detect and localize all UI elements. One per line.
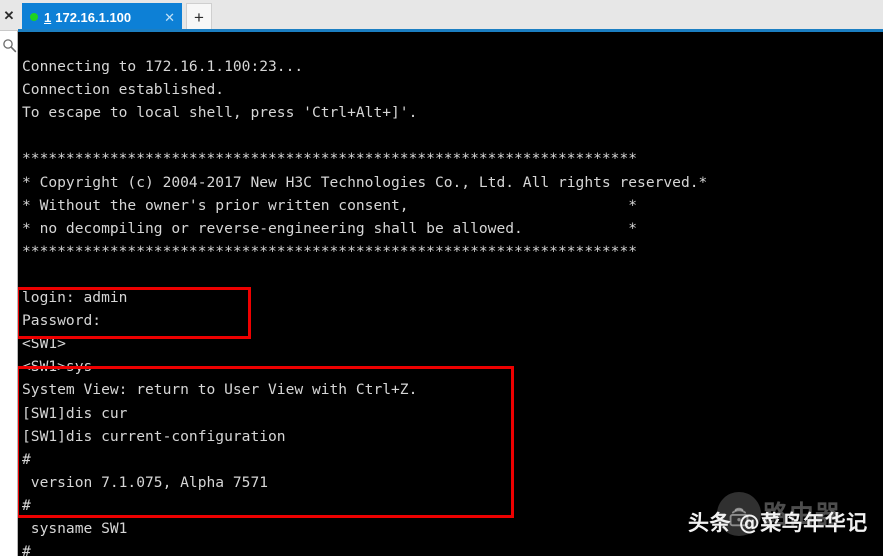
left-sidebar: ✕: [0, 0, 18, 556]
terminal-output-area[interactable]: Connecting to 172.16.1.100:23... Connecti…: [19, 32, 883, 556]
new-tab-button[interactable]: +: [186, 3, 212, 31]
tab-bar-accent-line: [18, 29, 883, 32]
terminal-line: sysname SW1: [22, 519, 128, 537]
terminal-line: To escape to local shell, press 'Ctrl+Al…: [22, 104, 418, 122]
tab-status-dot-icon: [30, 13, 38, 21]
terminal-line: [SW1]dis current-configuration: [22, 427, 286, 445]
terminal-window: ✕ 1 172.16.1.100 ✕ + Connecting to 172.1…: [0, 0, 883, 556]
terminal-line: [SW1]dis cur: [22, 404, 128, 422]
terminal-line: * Copyright (c) 2004-2017 New H3C Techno…: [22, 173, 708, 191]
terminal-line: login: admin: [22, 289, 128, 307]
terminal-line: Password:: [22, 312, 102, 330]
tab-close-icon[interactable]: ✕: [161, 11, 178, 24]
tab-172-16-1-100[interactable]: 1 172.16.1.100 ✕: [22, 3, 182, 31]
terminal-line: * Without the owner's prior written cons…: [22, 196, 638, 214]
close-icon[interactable]: ✕: [0, 4, 18, 26]
terminal-line: ****************************************…: [22, 242, 638, 260]
terminal-line: System View: return to User View with Ct…: [22, 381, 418, 399]
terminal-line: version 7.1.075, Alpha 7571: [22, 473, 269, 491]
terminal-line: * no decompiling or reverse-engineering …: [22, 219, 638, 237]
terminal-line: Connection established.: [22, 81, 225, 99]
tab-index-label: 1: [44, 9, 52, 25]
search-icon[interactable]: [0, 34, 18, 56]
terminal-line: ****************************************…: [22, 150, 638, 168]
tab-title-label: 172.16.1.100: [55, 9, 132, 25]
terminal-line: <SW1>sys: [22, 358, 93, 376]
terminal-line: <SW1>: [22, 335, 66, 353]
tab-bar: 1 172.16.1.100 ✕ +: [18, 0, 883, 31]
terminal-line-container: Connecting to 172.16.1.100:23... Connecti…: [22, 32, 880, 556]
terminal-line: #: [22, 543, 31, 556]
terminal-line: #: [22, 496, 31, 514]
terminal-line: #: [22, 450, 31, 468]
terminal-line: Connecting to 172.16.1.100:23...: [22, 58, 304, 76]
